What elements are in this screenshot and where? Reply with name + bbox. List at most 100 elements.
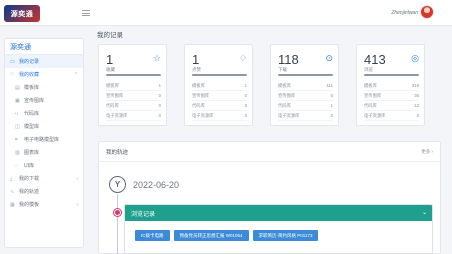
stat-card: 1 点赞 ♢ 模板库 1 宣传图库 0 代码库 0 电子资源库 0 (184, 44, 253, 126)
stat-row: 代码库 0 (192, 101, 247, 111)
timeline-icon: Y (109, 176, 126, 193)
template-icon: ▦ (10, 201, 15, 208)
stat-row-value: 13 (414, 103, 419, 108)
stat-card: 118 下载 ⊙ 模板库 111 宣传图库 6 代码库 1 电子资源库 0 (270, 44, 339, 126)
page-title: 我的记录 (97, 32, 123, 39)
stat-row-value: 0 (244, 93, 247, 98)
track-title: 我的轨迹 (106, 149, 129, 156)
stat-divider (192, 74, 247, 76)
model-icon: ◫ (15, 123, 20, 130)
stat-row-label: 模板库 (278, 82, 291, 88)
stat-card: 1 收藏 ☆ 模板库 1 宣传图库 0 代码库 0 电子资源库 0 (98, 44, 167, 126)
sidebar-item[interactable]: ▥ 图表库 (5, 146, 83, 159)
stat-label: 下载 (278, 67, 287, 72)
avatar[interactable] (420, 5, 434, 19)
stat-row-value: 0 (158, 113, 161, 118)
stat-row: 宣传图库 0 (192, 91, 247, 101)
sidebar-item-label: 图表库 (24, 150, 40, 156)
stat-value: 1 (106, 52, 114, 67)
download-circle-icon[interactable]: ⊙ (325, 53, 333, 64)
stat-divider (364, 74, 419, 76)
code-icon: ‹› (15, 110, 19, 117)
sidebar-item[interactable]: ▦ 我的模板 › (5, 198, 83, 211)
star-icon[interactable]: ☆ (153, 53, 161, 64)
stat-row-value: 0 (158, 93, 161, 98)
record-tag[interactable]: 求职简历-简约风格 P01173 (252, 230, 319, 241)
sidebar-item-label: 我的记录 (19, 59, 40, 65)
stat-row-label: 宣传图库 (192, 92, 210, 98)
browse-record-title: 浏览记录 (131, 211, 156, 218)
stat-row: 宣传图库 0 (106, 91, 161, 101)
timeline-date: 2022-06-20 (133, 180, 180, 190)
stat-row-value: 1 (330, 103, 333, 108)
sidebar-menu: ▭ 我的记录 ♡ 我的收藏 ⌃ ▤ 模板库 ▣ 宣传图库 ‹› 代码库 ◫ 模型库 ⌗ 电子电路模型库 ▥ 图表… (5, 55, 83, 211)
sidebar-item[interactable]: ▤ 模板库 (5, 81, 83, 94)
chevron-icon[interactable]: › (76, 202, 78, 208)
stat-row-value: 36 (414, 93, 419, 98)
timeline-line (117, 194, 118, 254)
stat-row-label: 电子资源库 (192, 112, 214, 118)
stat-row-label: 代码库 (106, 102, 119, 108)
stat-row-value: 0 (158, 103, 161, 108)
sidebar-item[interactable]: ⌗ 电子电路模型库 (5, 133, 83, 146)
stat-row: 电子资源库 0 (192, 111, 247, 121)
sidebar: 源奕通 ▭ 我的记录 ♡ 我的收藏 ⌃ ▤ 模板库 ▣ 宣传图库 ‹› 代码库 ◫ 模型库 ⌗ 电子电路模型… (4, 38, 84, 248)
track-icon: ∿ (10, 188, 15, 195)
logo-text: 源奕通 (10, 10, 34, 18)
stat-row-value: 1 (158, 83, 161, 88)
username[interactable]: Zhenjinlwan (391, 10, 418, 16)
stat-row-label: 电子资源库 (278, 112, 300, 118)
chevron-icon[interactable]: › (76, 176, 78, 182)
stat-label: 浏览 (364, 67, 373, 72)
stat-row-value: 111 (326, 83, 333, 88)
stat-row-label: 模板库 (106, 82, 119, 88)
stat-value: 118 (278, 52, 299, 67)
stat-row-label: 宣传图库 (364, 92, 382, 98)
eye-icon[interactable]: ◎ (411, 53, 419, 64)
browse-record-header[interactable]: 浏览记录 ⌄ (125, 205, 432, 221)
stat-row-value: 319 (411, 83, 419, 88)
menu-toggle-icon[interactable] (82, 10, 90, 16)
stat-value: 413 (364, 52, 386, 67)
logo[interactable]: 源奕通 (4, 5, 40, 22)
stat-row-value: 6 (330, 93, 333, 98)
thumb-up-icon[interactable]: ♢ (239, 53, 247, 64)
stat-row: 电子资源库 0 (278, 111, 333, 121)
record-icon: ▭ (10, 58, 15, 65)
stat-row-value: 0 (244, 113, 247, 118)
record-tag[interactable]: 预备党员转正思想汇报 W01054 (173, 230, 249, 241)
record-tags: IC拨卡电路 预备党员转正思想汇报 W01054 求职简历-简约风格 P01173 (135, 230, 319, 241)
sidebar-item-label: 模板库 (24, 85, 40, 91)
stat-row: 电子资源库 5 (364, 111, 419, 121)
template-icon: ▤ (15, 84, 20, 91)
stat-row-value: 0 (244, 103, 247, 108)
sidebar-item[interactable]: ⤓ 我的下载 › (5, 172, 83, 185)
stat-row-value: 1 (244, 83, 247, 88)
record-tag[interactable]: IC拨卡电路 (135, 230, 170, 241)
chart-icon: ▥ (15, 149, 20, 156)
stat-label: 点赞 (192, 67, 201, 72)
sidebar-item[interactable]: ∿ 我的轨迹 (5, 185, 83, 198)
sidebar-item-label: 代码库 (24, 111, 40, 117)
heart-icon: ♡ (10, 71, 15, 78)
stat-row: 代码库 0 (106, 101, 161, 111)
sidebar-item[interactable]: ▭ 我的记录 (5, 55, 83, 68)
chevron-down-icon[interactable]: ⌄ (422, 209, 427, 216)
sidebar-item[interactable]: ♡ 我的收藏 ⌃ (5, 68, 83, 81)
timeline-icon-glyph: Y (114, 180, 121, 189)
stat-row-value: 5 (416, 113, 419, 118)
chevron-icon[interactable]: ⌃ (74, 72, 78, 78)
stat-row: 模板库 1 (106, 81, 161, 91)
sidebar-item[interactable]: ◌ UI库 (5, 159, 83, 172)
stat-row: 模板库 111 (278, 81, 333, 91)
stat-row-label: 宣传图库 (106, 92, 124, 98)
stat-value: 1 (192, 52, 200, 67)
more-link[interactable]: 更多 › (421, 149, 433, 155)
sidebar-item[interactable]: ▣ 宣传图库 (5, 94, 83, 107)
top-bar: 源奕通 Zhenjinlwan (0, 0, 452, 26)
stat-row-label: 电子资源库 (364, 112, 386, 118)
sidebar-item[interactable]: ◫ 模型库 (5, 120, 83, 133)
stat-divider (278, 74, 333, 76)
sidebar-item[interactable]: ‹› 代码库 (5, 107, 83, 120)
stat-divider (106, 74, 161, 76)
